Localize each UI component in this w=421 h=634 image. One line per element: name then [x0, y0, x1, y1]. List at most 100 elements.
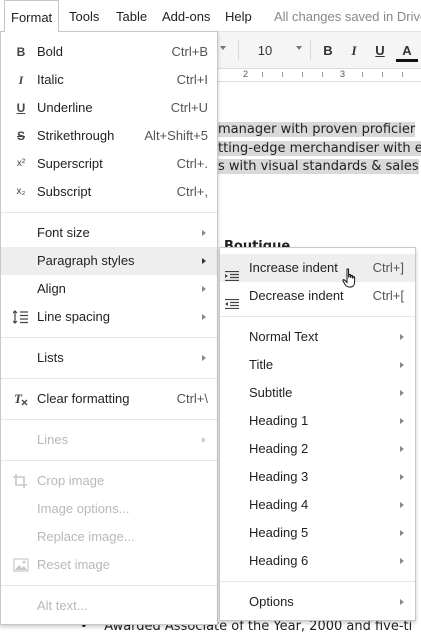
- menu-item-font-size[interactable]: Font size: [1, 219, 217, 247]
- italic-button[interactable]: I: [344, 40, 364, 62]
- paragraph-styles-submenu: Increase indent Ctrl+] Decrease indent C…: [219, 247, 416, 621]
- menu-item-reset-image: Reset image: [1, 551, 217, 579]
- menu-separator: [1, 212, 217, 213]
- menu-item-label: Line spacing: [37, 309, 110, 324]
- submenu-item-label: Options: [249, 594, 294, 609]
- clear-formatting-icon: T: [13, 385, 29, 413]
- submenu-item-normal-text[interactable]: Normal Text: [220, 323, 415, 351]
- menu-item-label: Lines: [37, 432, 69, 447]
- submenu-item-increase-indent[interactable]: Increase indent Ctrl+]: [220, 254, 415, 282]
- menu-item-paragraph-styles[interactable]: Paragraph styles: [1, 247, 217, 275]
- menu-separator: [220, 316, 415, 317]
- menu-item-label: Reset image: [37, 557, 110, 572]
- image-icon: [13, 551, 29, 579]
- font-size-select[interactable]: 10: [250, 40, 280, 62]
- increase-indent-icon: [225, 263, 239, 282]
- menu-format[interactable]: Format: [4, 0, 60, 32]
- menu-item-shortcut: Ctrl+U: [170, 100, 208, 115]
- ruler-tick: [382, 72, 383, 77]
- ruler-tick: [362, 72, 363, 77]
- menu-item-bold[interactable]: B Bold Ctrl+B: [1, 38, 217, 66]
- menu-item-subscript[interactable]: x₂ Subscript Ctrl+,: [1, 178, 217, 206]
- submenu-arrow-icon: [400, 446, 404, 452]
- menu-item-label: Paragraph styles: [37, 253, 135, 268]
- crop-icon: [13, 467, 29, 495]
- menu-item-label: Subscript: [37, 184, 92, 199]
- submenu-item-shortcut: Ctrl+[: [372, 288, 404, 303]
- submenu-item-shortcut: Ctrl+]: [372, 260, 404, 275]
- menu-item-label: Underline: [37, 100, 93, 115]
- menu-item-alt-text: Alt text...: [1, 592, 217, 620]
- italic-icon: I: [18, 73, 24, 87]
- submenu-item-label: Heading 5: [249, 525, 309, 540]
- menu-separator: [1, 585, 217, 586]
- ruler-tick: [282, 72, 283, 77]
- submenu-item-label: Subtitle: [249, 385, 293, 400]
- menu-item-image-options: Image options...: [1, 495, 217, 523]
- doc-text-line: manager with proven proficier: [218, 122, 416, 137]
- submenu-item-heading-2[interactable]: Heading 2: [220, 435, 415, 463]
- menu-help[interactable]: Help: [219, 0, 258, 31]
- submenu-item-label: Heading 3: [249, 469, 309, 484]
- submenu-arrow-icon: [400, 334, 404, 340]
- subscript-icon: x₂: [16, 186, 26, 197]
- ruler-tick: [262, 72, 263, 77]
- submenu-item-label: Increase indent: [249, 260, 338, 275]
- submenu-arrow-icon: [202, 230, 206, 236]
- line-spacing-icon: [12, 303, 29, 331]
- menu-item-shortcut: Ctrl+.: [176, 156, 208, 171]
- submenu-item-heading-3[interactable]: Heading 3: [220, 463, 415, 491]
- submenu-item-label: Heading 4: [249, 497, 309, 512]
- menu-item-superscript[interactable]: x² Superscript Ctrl+.: [1, 150, 217, 178]
- submenu-arrow-icon: [202, 355, 206, 361]
- bold-button[interactable]: B: [318, 40, 338, 62]
- font-size-arrow: [296, 46, 302, 50]
- hand-cursor-icon: [342, 268, 358, 293]
- ruler-number: 2: [243, 69, 249, 79]
- submenu-item-label: Heading 6: [249, 553, 309, 568]
- menu-separator: [1, 419, 217, 420]
- menu-item-label: Italic: [37, 72, 64, 87]
- menu-item-underline[interactable]: U Underline Ctrl+U: [1, 94, 217, 122]
- menu-table[interactable]: Table: [110, 0, 153, 31]
- menu-item-label: Strikethrough: [37, 128, 115, 143]
- submenu-item-options[interactable]: Options: [220, 588, 415, 616]
- menu-item-line-spacing[interactable]: Line spacing: [1, 303, 217, 331]
- ruler-tick: [302, 72, 303, 77]
- submenu-item-heading-6[interactable]: Heading 6: [220, 547, 415, 575]
- submenu-item-title[interactable]: Title: [220, 351, 415, 379]
- menu-tools[interactable]: Tools: [63, 0, 105, 31]
- doc-text-line: tting-edge merchandiser with e: [218, 141, 421, 156]
- toolbar-divider: [238, 40, 239, 60]
- doc-text-line: s with visual standards & sales: [218, 159, 419, 174]
- submenu-item-label: Heading 2: [249, 441, 309, 456]
- ruler-tick: [402, 72, 403, 77]
- submenu-item-heading-1[interactable]: Heading 1: [220, 407, 415, 435]
- submenu-item-heading-4[interactable]: Heading 4: [220, 491, 415, 519]
- submenu-arrow-icon: [400, 530, 404, 536]
- text-color-button[interactable]: A: [396, 40, 418, 62]
- menu-item-italic[interactable]: I Italic Ctrl+I: [1, 66, 217, 94]
- menu-item-align[interactable]: Align: [1, 275, 217, 303]
- submenu-item-heading-5[interactable]: Heading 5: [220, 519, 415, 547]
- submenu-item-decrease-indent[interactable]: Decrease indent Ctrl+[: [220, 282, 415, 310]
- svg-text:T: T: [14, 392, 23, 406]
- submenu-arrow-icon: [400, 502, 404, 508]
- menu-item-lists[interactable]: Lists: [1, 344, 217, 372]
- menu-addons[interactable]: Add-ons: [156, 0, 216, 31]
- menu-item-replace-image: Replace image...: [1, 523, 217, 551]
- menu-item-label: Crop image: [37, 473, 105, 488]
- menu-item-strikethrough[interactable]: S Strikethrough Alt+Shift+5: [1, 122, 217, 150]
- menu-bar: Format Tools Table Add-ons Help All chan…: [0, 0, 421, 32]
- format-menu: B Bold Ctrl+B I Italic Ctrl+I U Underlin…: [0, 31, 218, 625]
- submenu-arrow-icon: [400, 599, 404, 605]
- menu-item-shortcut: Ctrl+\: [176, 391, 208, 406]
- menu-item-clear-formatting[interactable]: T Clear formatting Ctrl+\: [1, 385, 217, 413]
- menu-item-label: Image options...: [37, 501, 130, 516]
- underline-button[interactable]: U: [370, 40, 390, 62]
- toolbar-dropdown-arrow: [220, 46, 226, 50]
- submenu-item-subtitle[interactable]: Subtitle: [220, 379, 415, 407]
- text-color-bar: [396, 59, 418, 62]
- submenu-arrow-icon: [400, 418, 404, 424]
- submenu-arrow-icon: [202, 258, 206, 264]
